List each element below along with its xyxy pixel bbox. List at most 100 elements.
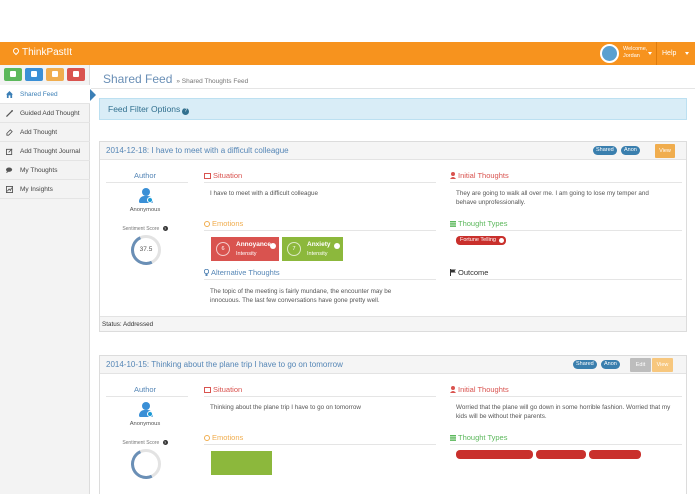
thought-types-heading: Thought Types: [450, 433, 507, 442]
alternative-thoughts-heading: Alternative Thoughts: [204, 268, 280, 277]
sidebar-item-my-insights[interactable]: My Insights: [0, 180, 90, 199]
divider: [204, 230, 436, 231]
card-header: 2014-12-18: I have to meet with a diffic…: [100, 142, 686, 160]
feed-filter-label: Feed Filter Options: [108, 104, 181, 114]
thought-type-tag[interactable]: [589, 450, 641, 459]
list-icon: [450, 435, 456, 441]
situation-heading: Situation: [204, 171, 242, 180]
divider: [106, 396, 188, 397]
divider: [204, 396, 436, 397]
anonymous-user-icon: [139, 402, 153, 418]
divider: [450, 396, 682, 397]
author-name: Anonymous: [129, 421, 161, 427]
sentiment-gauge: 37.5: [126, 230, 166, 270]
author-name: Anonymous: [129, 207, 161, 213]
sidebar: Shared Feed Guided Add Thought Add Thoug…: [0, 65, 96, 494]
initial-thoughts-heading: Initial Thoughts: [450, 385, 509, 394]
home-icon: [6, 91, 13, 98]
outcome-heading: Outcome: [450, 268, 488, 277]
situation-heading: Situation: [204, 385, 242, 394]
question-circle-icon: [334, 243, 340, 249]
divider: [204, 279, 436, 280]
welcome-text: Welcome, Jordan: [623, 46, 648, 59]
initial-thoughts-text: They are going to walk all over me. I am…: [456, 190, 649, 206]
shared-badge: Shared: [573, 360, 597, 369]
anonymous-user-icon: [139, 188, 153, 204]
author-heading: Author: [133, 385, 157, 394]
chevron-down-icon: [648, 52, 652, 55]
sidebar-item-label: Add Thought: [20, 129, 58, 136]
brand-name: ThinkPastIt: [22, 47, 73, 58]
sidebar-item-add-thought-journal[interactable]: Add Thought Journal: [0, 142, 90, 161]
sidebar-item-label: Shared Feed: [20, 91, 58, 98]
page-title: Shared Feed: [103, 72, 173, 86]
view-button[interactable]: View: [655, 144, 675, 158]
emotion-item[interactable]: [211, 451, 272, 475]
card-title[interactable]: 2014-10-15: Thinking about the plane tri…: [106, 360, 343, 369]
emotion-anxiety[interactable]: 7 Anxiety Intensity: [282, 237, 343, 261]
sidebar-item-guided-add-thought[interactable]: Guided Add Thought: [0, 104, 90, 123]
brand-logo[interactable]: ThinkPastIt: [11, 46, 73, 58]
thought-type-tag[interactable]: Fortune Telling: [456, 236, 506, 245]
pencil-icon: [6, 129, 13, 136]
sidebar-item-label: Guided Add Thought: [20, 110, 80, 117]
emotions-heading: Emotions: [204, 433, 243, 442]
status-bar: Status: Addressed: [100, 316, 686, 331]
emotion-annoyance[interactable]: 6 Annoyance Intensity: [211, 237, 279, 261]
user-icon: [450, 386, 456, 393]
sidebar-item-shared-feed[interactable]: Shared Feed: [0, 85, 96, 104]
chart-icon: [73, 71, 79, 77]
sentiment-score-label: Sentiment Score ?: [122, 226, 168, 232]
author-heading: Author: [133, 171, 157, 180]
lightbulb-icon: [204, 269, 209, 276]
emotion-value: 7: [287, 242, 301, 256]
alternative-thoughts-text: The topic of the meeting is fairly munda…: [210, 288, 392, 304]
help-label: Help: [662, 50, 677, 57]
chart-shortcut-button[interactable]: [67, 68, 85, 81]
thought-type-tag[interactable]: [456, 450, 533, 459]
breadcrumb: » Shared Thoughts Feed: [176, 78, 249, 85]
initial-thoughts-heading: Initial Thoughts: [450, 171, 509, 180]
situation-text: Thinking about the plane trip I have to …: [210, 404, 361, 411]
emotion-name: Anxiety: [307, 241, 331, 248]
divider: [204, 444, 436, 445]
user-menu[interactable]: Welcome, Jordan: [598, 43, 655, 64]
map-pin-icon: [11, 46, 21, 56]
card-header: 2014-10-15: Thinking about the plane tri…: [100, 356, 686, 374]
user-name: Jordan: [623, 53, 640, 59]
help-menu[interactable]: Help: [656, 42, 695, 65]
emotion-value: 6: [216, 242, 230, 256]
feed-filter-toggle[interactable]: Feed Filter Options?: [99, 98, 687, 120]
situation-text: I have to meet with a difficult colleagu…: [210, 190, 319, 197]
divider: [450, 230, 682, 231]
sidebar-item-add-thought[interactable]: Add Thought: [0, 123, 90, 142]
anon-badge: Anon: [601, 360, 620, 369]
question-circle-icon: ?: [162, 226, 168, 231]
edit-button[interactable]: Edit: [630, 358, 651, 372]
divider: [450, 279, 682, 280]
question-circle-icon: [270, 243, 276, 249]
flag-icon: [450, 269, 456, 276]
thought-type-tag[interactable]: [536, 450, 586, 459]
question-circle-icon: ?: [182, 108, 190, 115]
sidebar-item-my-thoughts[interactable]: My Thoughts: [0, 161, 90, 180]
sentiment-score-label: Sentiment Score ?: [122, 440, 168, 446]
page-header: Shared Feed» Shared Thoughts Feed: [103, 72, 248, 86]
sidebar-item-label: My Insights: [20, 186, 53, 193]
home-shortcut-button[interactable]: [4, 68, 22, 81]
thought-types-heading: Thought Types: [450, 219, 507, 228]
thought-card: 2014-12-18: I have to meet with a diffic…: [99, 141, 687, 332]
card-title[interactable]: 2014-12-18: I have to meet with a diffic…: [106, 146, 289, 155]
divider: [106, 182, 188, 183]
question-circle-icon: ?: [162, 440, 168, 445]
divider: [204, 182, 436, 183]
view-button[interactable]: View: [652, 358, 673, 372]
emotions-heading: Emotions: [204, 219, 243, 228]
clock-icon: [204, 221, 210, 227]
initial-thoughts-text: Worried that the plane will go down in s…: [456, 404, 671, 420]
comments-icon: [6, 167, 13, 174]
divider: [450, 444, 682, 445]
user-shortcut-button[interactable]: [25, 68, 43, 81]
lightbulb-shortcut-button[interactable]: [46, 68, 64, 81]
top-bar: ThinkPastIt Welcome, Jordan Help: [0, 42, 695, 65]
